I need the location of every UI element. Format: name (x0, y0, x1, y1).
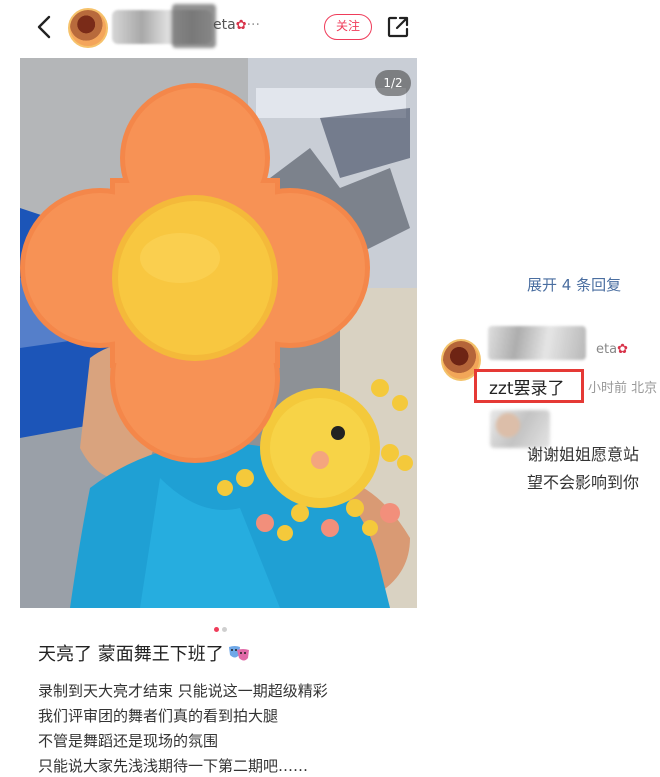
post-header: eta✿··· 关注 (0, 0, 420, 56)
author-name[interactable]: eta✿··· (213, 17, 260, 33)
post-title: 天亮了 蒙面舞王下班了 (38, 640, 250, 666)
carousel-dot-active[interactable] (214, 627, 219, 632)
comment-meta: 小时前 北京 (588, 381, 658, 396)
expand-replies-link[interactable]: 展开 4 条回复 (527, 274, 621, 295)
caption-line-1: 录制到天大亮才结束 只能说这一期超级精彩 (38, 682, 328, 700)
caption-line-2: 我们评审团的舞者们真的看到拍大腿 (38, 707, 279, 725)
reply-text-line-1: 谢谢姐姐愿意站 (527, 445, 640, 464)
post-photo[interactable]: 1/2 (20, 58, 417, 608)
image-counter: 1/2 (375, 70, 411, 96)
author-avatar[interactable] (68, 8, 108, 48)
commenter-name[interactable]: eta✿ (596, 342, 628, 357)
comment-text: zzt罢录了 (489, 379, 565, 399)
theater-masks-icon (228, 646, 249, 661)
caption-line-3: 不管是舞蹈还是现场的氛围 (38, 732, 219, 750)
author-name-blurred-patch (172, 4, 216, 48)
caption-line-4: 只能说大家先浅浅期待一下第二期吧…… (38, 757, 309, 775)
commenter-name-blurred (488, 326, 586, 360)
carousel-dots (214, 617, 234, 632)
carousel-dot[interactable] (222, 627, 227, 632)
follow-button[interactable]: 关注 (324, 14, 372, 40)
rose-icon: ✿ (235, 18, 247, 33)
share-out-icon[interactable] (386, 15, 410, 39)
reply-text-line-2: 望不会影响到你 (527, 473, 640, 492)
rose-icon: ✿ (617, 342, 628, 357)
photo-scene (20, 58, 417, 608)
chevron-left-icon[interactable] (30, 12, 60, 42)
